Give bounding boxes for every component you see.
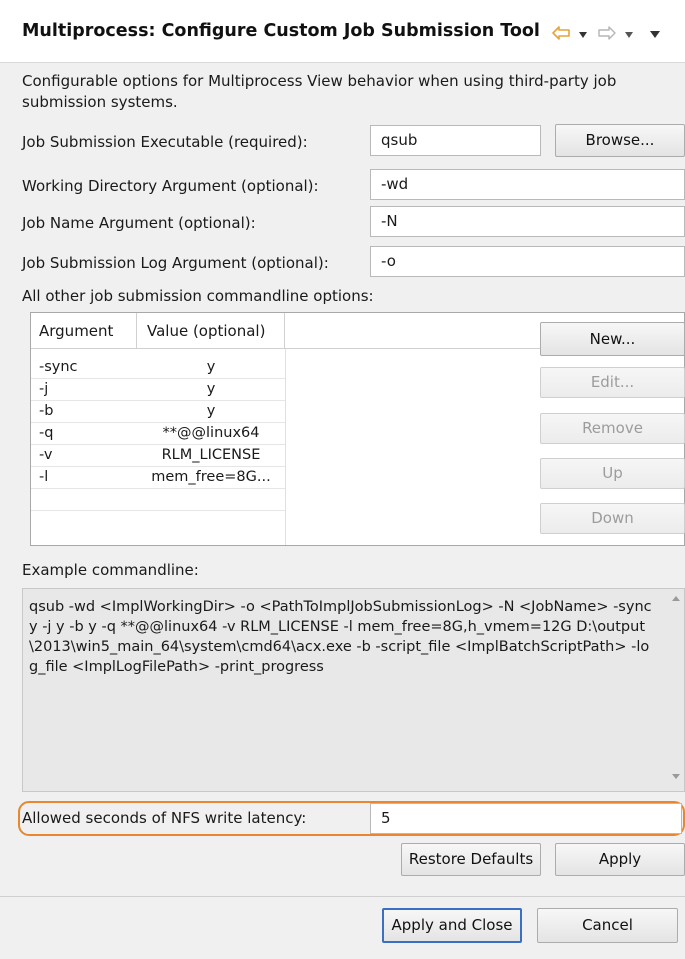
executable-input[interactable]: qsub [370,125,541,156]
description-text: Configurable options for Multiprocess Vi… [22,72,617,111]
value-cell: y [206,403,216,419]
browse-button[interactable]: Browse... [555,124,685,157]
table-row[interactable]: -l mem_free=8G... [31,466,285,489]
forward-arrow-icon[interactable] [598,26,616,40]
new-button[interactable]: New... [540,322,685,356]
apply-button[interactable]: Apply [555,843,685,876]
value-cell: RLM_LICENSE [161,447,261,463]
argument-cell: -b [39,403,54,419]
nfs-label: Allowed seconds of NFS write latency: [22,809,307,827]
remove-button[interactable]: Remove [540,413,685,444]
example-label: Example commandline: [22,561,199,579]
footer-divider [0,896,685,897]
jobname-label: Job Name Argument (optional): [22,214,256,232]
example-scrollbar[interactable] [667,588,685,792]
nfs-latency-input[interactable]: 5 [370,803,682,834]
restore-defaults-button[interactable]: Restore Defaults [401,843,541,876]
down-button[interactable]: Down [540,503,685,534]
argument-cell: -sync [39,359,78,375]
log-label: Job Submission Log Argument (optional): [22,254,329,272]
scroll-up-icon[interactable] [672,596,680,601]
options-label: All other job submission commandline opt… [22,287,374,305]
argument-cell: -l [39,469,49,485]
executable-label: Job Submission Executable (required): [22,133,308,151]
edit-button[interactable]: Edit... [540,367,685,398]
up-button[interactable]: Up [540,458,685,489]
column-divider [285,349,286,545]
back-arrow-icon[interactable] [552,26,570,40]
table-row[interactable]: -v RLM_LICENSE [31,444,285,467]
cancel-button[interactable]: Cancel [537,908,678,943]
value-cell: **@@linux64 [162,425,260,441]
back-dropdown-icon[interactable] [579,32,587,38]
workdir-input[interactable]: -wd [370,169,685,200]
view-menu-icon[interactable] [650,31,660,38]
example-commandline[interactable]: qsub -wd <ImplWorkingDir> -o <PathToImpl… [22,588,685,792]
jobname-input[interactable]: -N [370,206,685,237]
table-row[interactable]: -sync y [31,356,285,379]
column-header-value[interactable]: Value (optional) [137,313,285,349]
value-cell: y [206,359,216,375]
page-header: Multiprocess: Configure Custom Job Submi… [0,0,685,63]
argument-cell: -j [39,381,49,397]
value-cell: y [206,381,216,397]
scroll-down-icon[interactable] [672,774,680,779]
table-row[interactable]: -j y [31,378,285,401]
apply-and-close-button[interactable]: Apply and Close [382,908,522,943]
table-row[interactable]: -q **@@linux64 [31,422,285,445]
argument-cell: -q [39,425,54,441]
table-row[interactable]: -b y [31,400,285,423]
workdir-label: Working Directory Argument (optional): [22,177,319,195]
page-title: Multiprocess: Configure Custom Job Submi… [22,21,540,41]
value-cell: mem_free=8G... [151,469,271,485]
forward-dropdown-icon[interactable] [625,32,633,38]
column-header-argument[interactable]: Argument [31,313,137,349]
argument-cell: -v [39,447,53,463]
log-input[interactable]: -o [370,246,685,277]
table-row-empty[interactable] [31,488,285,511]
